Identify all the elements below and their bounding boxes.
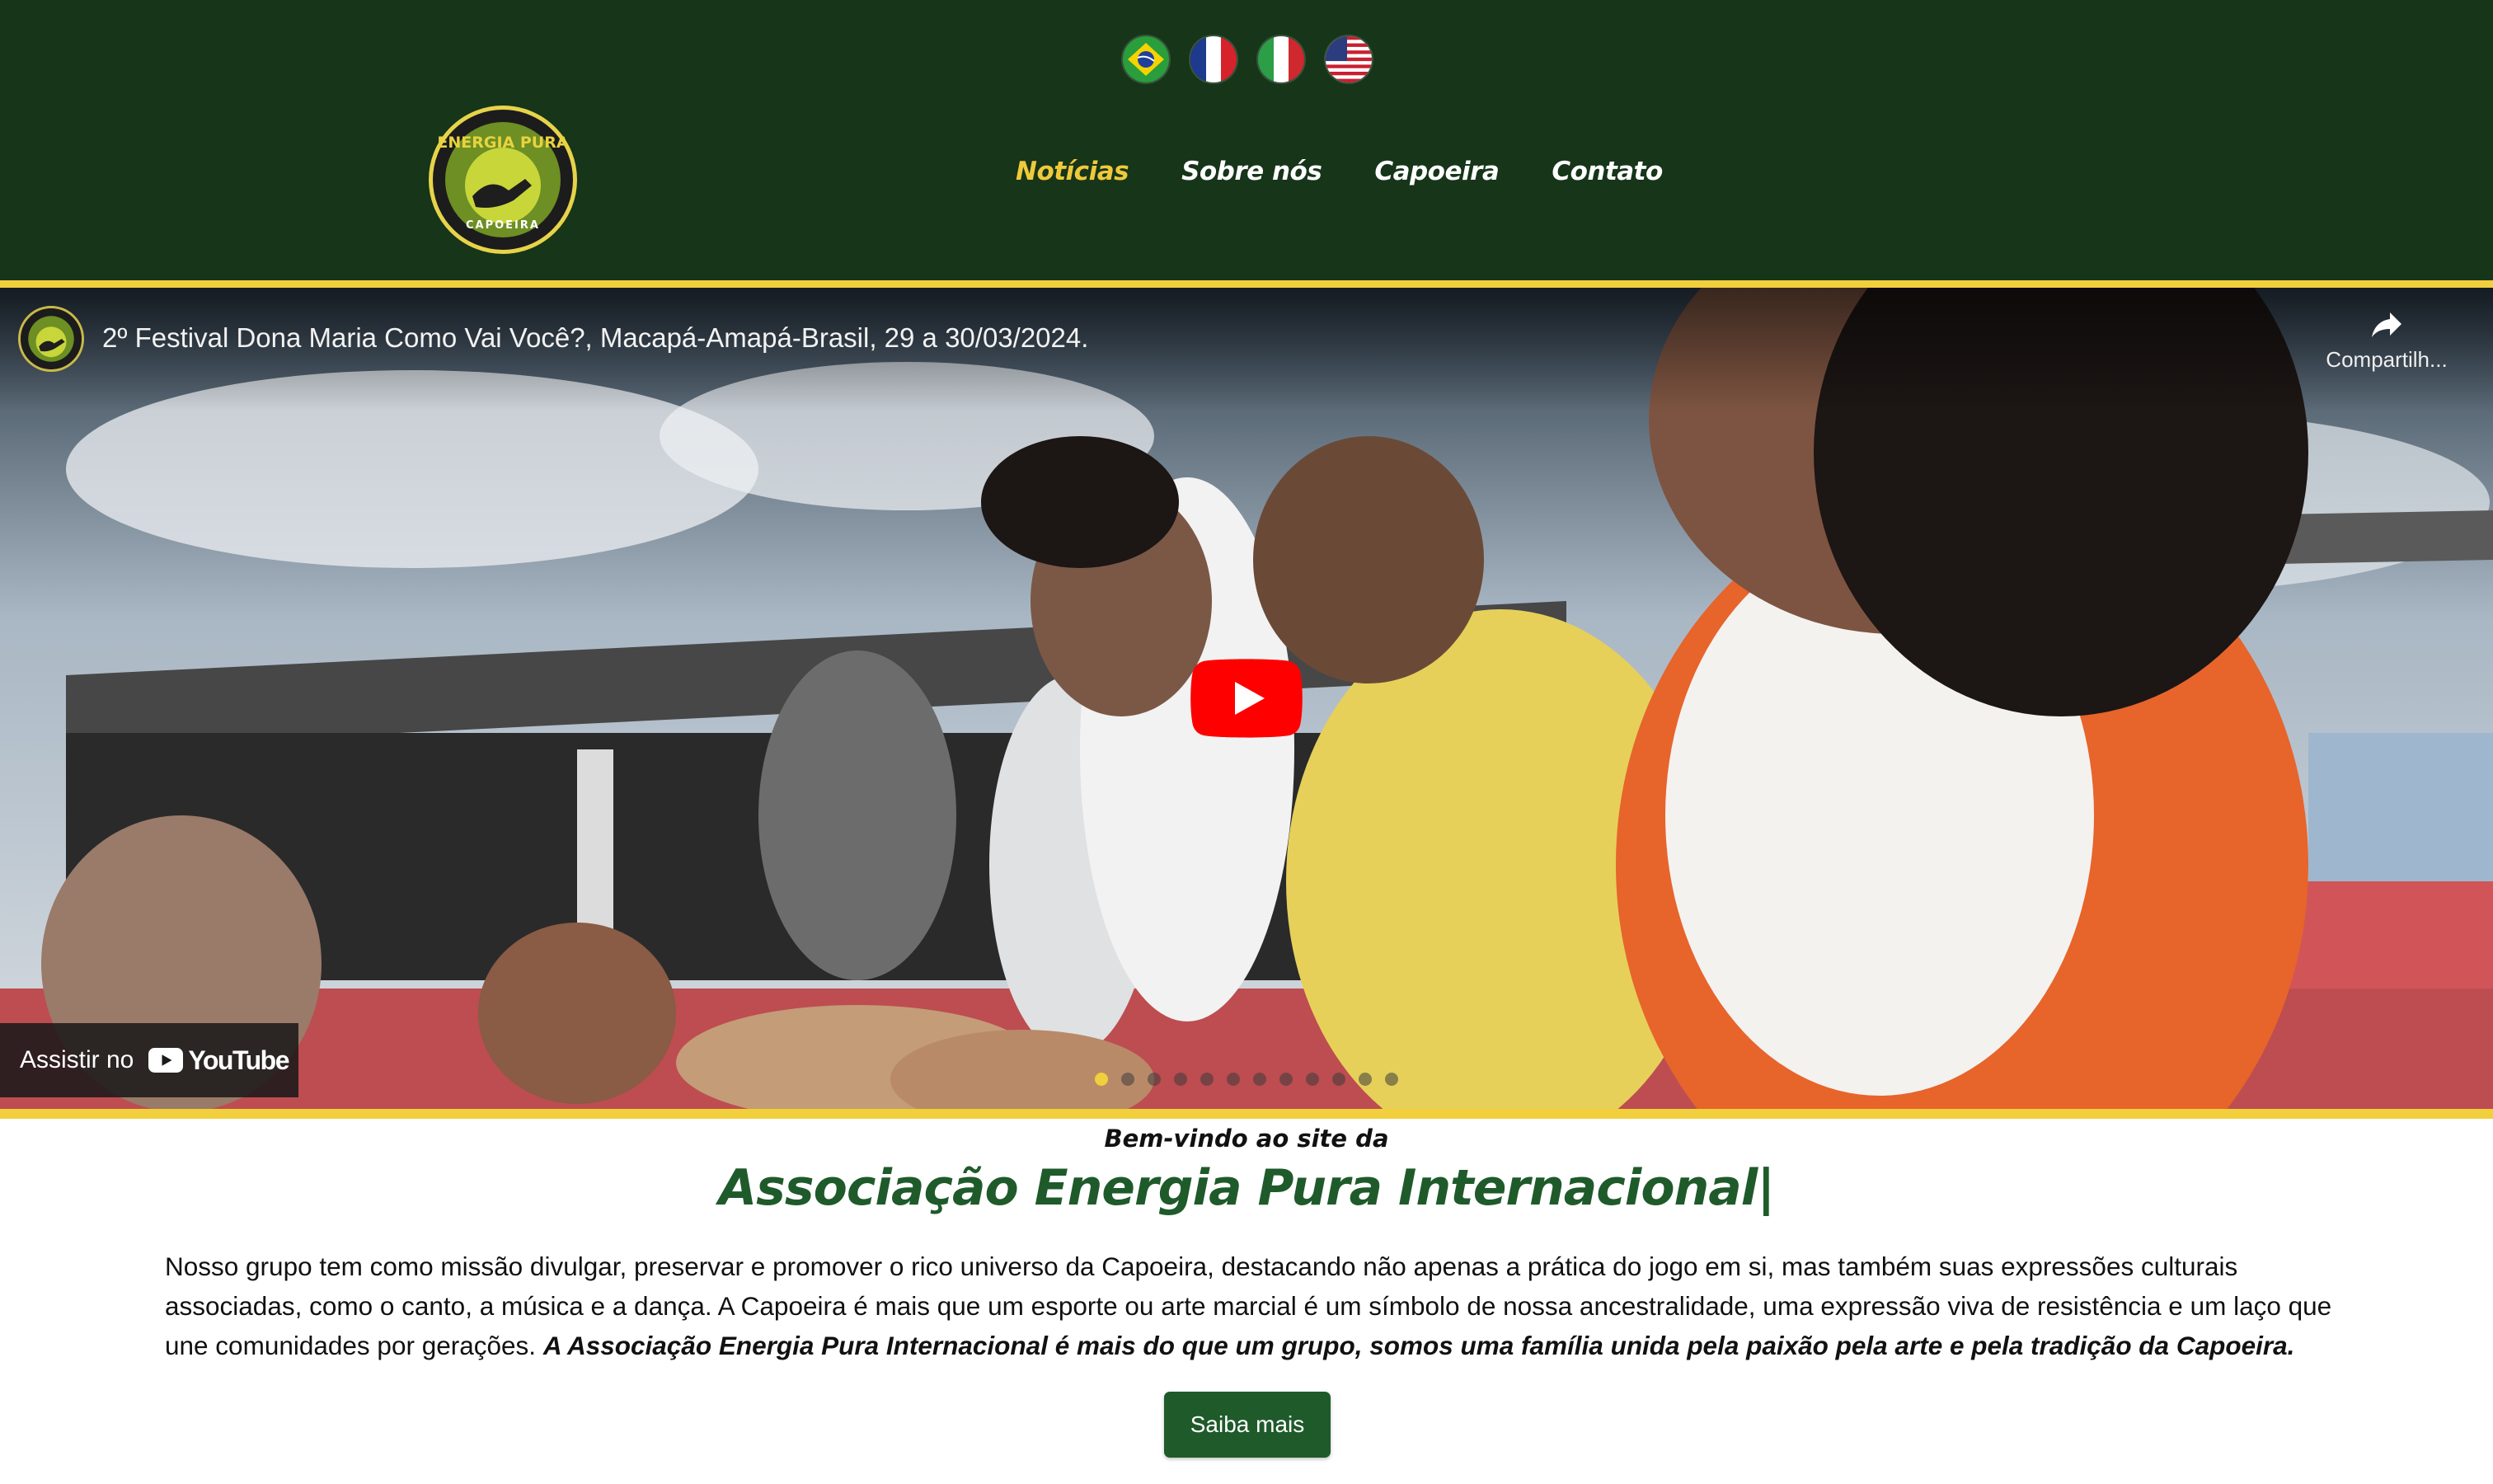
youtube-logo: YouTube: [148, 1045, 289, 1076]
carousel-dots: [1095, 1073, 1398, 1086]
video-player[interactable]: 2º Festival Dona Maria Como Vai Você?, M…: [0, 288, 2493, 1109]
youtube-play-icon: [148, 1048, 184, 1073]
nav-item-sobre-nos[interactable]: Sobre nós: [1181, 157, 1322, 186]
carousel-dot[interactable]: [1174, 1073, 1187, 1086]
carousel-dot[interactable]: [1332, 1073, 1345, 1086]
carousel-dot[interactable]: [1148, 1073, 1161, 1086]
watch-on-label: Assistir no: [20, 1046, 134, 1073]
site-header: ENERGIA PURA CAPOEIRA Notícias Sobre nós…: [0, 0, 2493, 280]
italy-flag-icon[interactable]: [1258, 36, 1304, 82]
play-button[interactable]: [1190, 659, 1303, 738]
nav-item-noticias[interactable]: Notícias: [1016, 157, 1129, 186]
carousel-dot[interactable]: [1385, 1073, 1398, 1086]
carousel-dot[interactable]: [1359, 1073, 1372, 1086]
language-flags: [1123, 36, 1372, 82]
share-label: Compartilh...: [2326, 347, 2448, 372]
header-divider: [0, 280, 2493, 288]
carousel-dot[interactable]: [1279, 1073, 1293, 1086]
carousel-dot[interactable]: [1227, 1073, 1240, 1086]
logo-top-text: ENERGIA PURA: [437, 134, 568, 152]
intro-paragraph: Nosso grupo tem como missão divulgar, pr…: [165, 1247, 2374, 1365]
welcome-title: Associação Energia Pura Internacional|: [718, 1159, 1776, 1217]
welcome-pretitle: Bem-vindo ao site da: [1104, 1125, 1389, 1153]
usa-flag-icon[interactable]: [1326, 36, 1372, 82]
carousel-dot[interactable]: [1121, 1073, 1134, 1086]
carousel-dot[interactable]: [1306, 1073, 1319, 1086]
saiba-mais-button[interactable]: Saiba mais: [1164, 1392, 1331, 1458]
nav-item-contato[interactable]: Contato: [1552, 157, 1663, 186]
carousel-dot[interactable]: [1095, 1073, 1108, 1086]
channel-avatar[interactable]: [18, 306, 84, 372]
video-title[interactable]: 2º Festival Dona Maria Como Vai Você?, M…: [102, 322, 1088, 354]
france-flag-icon[interactable]: [1190, 36, 1237, 82]
watch-on-youtube-button[interactable]: Assistir no YouTube: [0, 1023, 298, 1097]
intro-emphasis: A Associação Energia Pura Internacional …: [542, 1331, 2295, 1360]
youtube-wordmark: YouTube: [188, 1045, 289, 1075]
logo-bottom-text: CAPOEIRA: [466, 219, 540, 232]
nav-item-capoeira[interactable]: Capoeira: [1374, 157, 1500, 186]
share-button[interactable]: Compartilh...: [2317, 304, 2457, 373]
share-icon: [2372, 312, 2401, 337]
site-logo[interactable]: ENERGIA PURA CAPOEIRA: [429, 106, 577, 254]
brazil-flag-icon[interactable]: [1123, 36, 1169, 82]
main-nav: Notícias Sobre nós Capoeira Contato: [1016, 157, 1663, 186]
carousel-dot[interactable]: [1253, 1073, 1266, 1086]
video-divider: [0, 1109, 2493, 1119]
carousel-dot[interactable]: [1200, 1073, 1214, 1086]
